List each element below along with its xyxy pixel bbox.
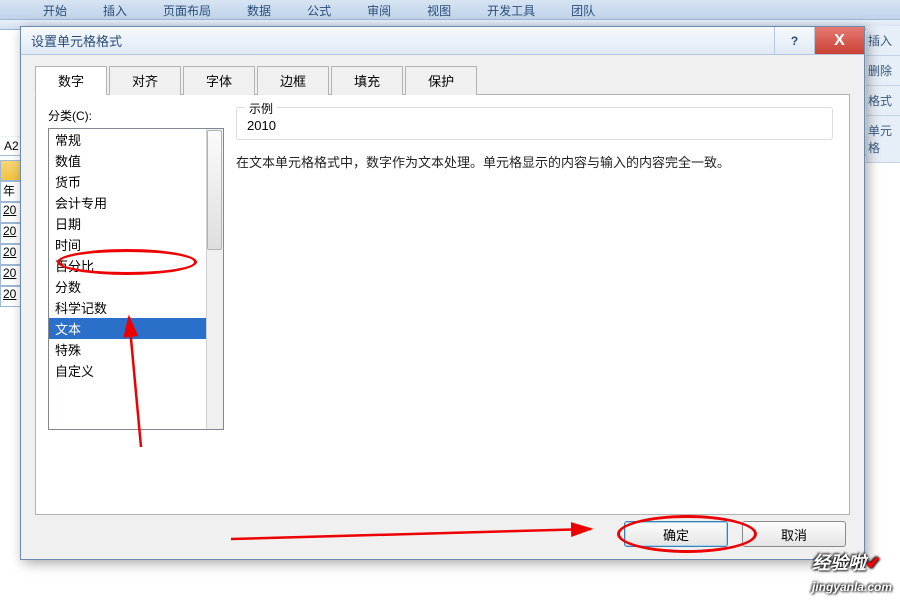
help-button[interactable]: ? (774, 27, 814, 54)
cat-accounting[interactable]: 会计专用 (49, 192, 223, 213)
number-panel: 分类(C): 常规 数值 货币 会计专用 日期 时间 百分比 分数 科学记数 文… (35, 95, 850, 515)
scrollbar-thumb[interactable] (207, 130, 222, 250)
cancel-button[interactable]: 取消 (742, 521, 846, 547)
cat-scientific[interactable]: 科学记数 (49, 297, 223, 318)
ribbon-tabs: 开始 插入 页面布局 数据 公式 审阅 视图 开发工具 团队 (0, 0, 900, 20)
right-item-delete[interactable]: 删除 (866, 56, 900, 86)
ribbon-tab-team[interactable]: 团队 (553, 0, 613, 19)
cat-currency[interactable]: 货币 (49, 171, 223, 192)
watermark-text: 经验啦 (812, 553, 866, 573)
tab-border[interactable]: 边框 (257, 66, 329, 95)
category-scrollbar[interactable] (206, 129, 223, 429)
example-label: 示例 (245, 100, 277, 117)
cat-special[interactable]: 特殊 (49, 339, 223, 360)
example-box: 示例 2010 (236, 107, 833, 140)
cat-percent[interactable]: 百分比 (49, 255, 223, 276)
format-description: 在文本单元格格式中，数字作为文本处理。单元格显示的内容与输入的内容完全一致。 (236, 152, 833, 171)
cat-custom[interactable]: 自定义 (49, 360, 223, 381)
tab-fill[interactable]: 填充 (331, 66, 403, 95)
right-item-insert[interactable]: 插入 (866, 26, 900, 56)
right-item-cell[interactable]: 单元格 (866, 116, 900, 163)
dialog-footer: 确定 取消 (624, 521, 846, 547)
cat-date[interactable]: 日期 (49, 213, 223, 234)
check-icon: ✔ (866, 553, 881, 573)
ok-button[interactable]: 确定 (624, 521, 728, 547)
cat-fraction[interactable]: 分数 (49, 276, 223, 297)
watermark: 经验啦✔ jingyanla.com (812, 549, 892, 596)
category-label: 分类(C): (48, 107, 224, 124)
example-value: 2010 (247, 114, 822, 133)
dialog-title: 设置单元格格式 (31, 31, 122, 50)
tab-align[interactable]: 对齐 (109, 66, 181, 95)
category-list[interactable]: 常规 数值 货币 会计专用 日期 时间 百分比 分数 科学记数 文本 特殊 自定… (48, 128, 224, 430)
right-item-format[interactable]: 格式 (866, 86, 900, 116)
dialog-titlebar: 设置单元格格式 ? X (21, 27, 864, 55)
ribbon-tab-view[interactable]: 视图 (409, 0, 469, 19)
close-button[interactable]: X (814, 27, 864, 54)
cat-time[interactable]: 时间 (49, 234, 223, 255)
dialog-tabs: 数字 对齐 字体 边框 填充 保护 (35, 65, 850, 95)
dialog-body: 数字 对齐 字体 边框 填充 保护 分类(C): 常规 数值 货币 会计专用 日… (21, 55, 864, 515)
ribbon-tab-insert[interactable]: 插入 (85, 0, 145, 19)
ribbon-tab-layout[interactable]: 页面布局 (145, 0, 229, 19)
ribbon-tab-review[interactable]: 审阅 (349, 0, 409, 19)
ribbon-tab-start[interactable]: 开始 (25, 0, 85, 19)
cat-number[interactable]: 数值 (49, 150, 223, 171)
tab-protect[interactable]: 保护 (405, 66, 477, 95)
watermark-url: jingyanla.com (812, 580, 892, 594)
right-strip: 插入 删除 格式 单元格 (866, 26, 900, 163)
tab-number[interactable]: 数字 (35, 66, 107, 95)
tab-font[interactable]: 字体 (183, 66, 255, 95)
format-cells-dialog: 设置单元格格式 ? X 数字 对齐 字体 边框 填充 保护 分类(C): 常规 … (20, 26, 865, 560)
ribbon-tab-dev[interactable]: 开发工具 (469, 0, 553, 19)
ribbon-tab-data[interactable]: 数据 (229, 0, 289, 19)
ribbon-tab-formula[interactable]: 公式 (289, 0, 349, 19)
cat-general[interactable]: 常规 (49, 129, 223, 150)
cat-text[interactable]: 文本 (49, 318, 223, 339)
